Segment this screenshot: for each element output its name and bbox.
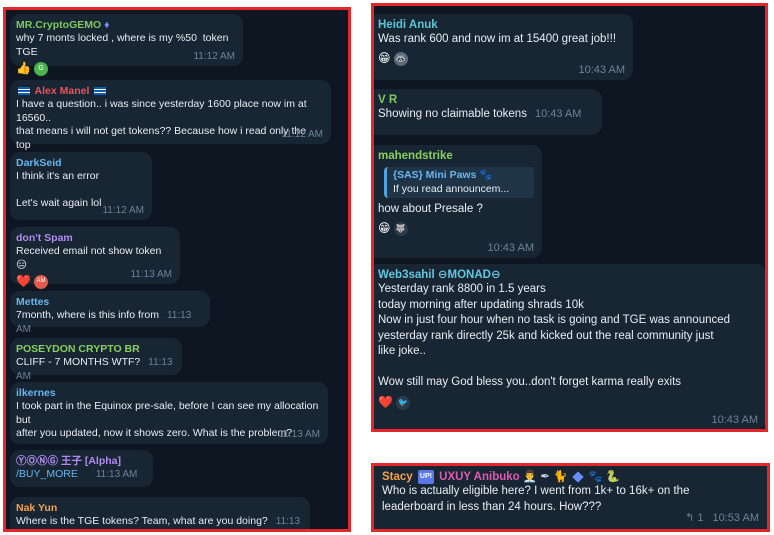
message-text: I took part in the Equinox pre-sale, bef… <box>16 400 319 439</box>
sender-name[interactable]: MR.CryptoGEMO ♦ <box>16 18 235 32</box>
timestamp: 11:12 AM <box>102 204 144 216</box>
chat-panel-left: MR.CryptoGEMO ♦ why 7 monts locked , whe… <box>3 7 351 532</box>
paw-icon: 🐾 <box>587 471 603 484</box>
sender-name-secondary[interactable]: UXUY Anibuko <box>439 471 520 483</box>
avatar[interactable]: 🐺 <box>393 222 408 236</box>
message-bubble[interactable]: Stacy UP! UXUY Anibuko 👨‍💼 ✒ 🐈 🐾 🐍 Who i… <box>374 466 767 529</box>
chat-panel-right: Heidi Anuk Was rank 600 and now im at 15… <box>371 3 768 432</box>
timestamp: 10:43 AM <box>711 413 758 426</box>
thumbs-up-reaction[interactable]: 👍 <box>16 62 31 76</box>
sender-name[interactable]: mahendstrike <box>378 149 534 163</box>
message-text: 7month, where is this info from 11:13 AM <box>16 309 194 335</box>
sender-name[interactable]: Mettes <box>16 295 202 309</box>
message-bubble[interactable]: DarkSeid I think it's an error Let's wai… <box>10 152 152 220</box>
message-bubble[interactable]: Nak Yun Where is the TGE tokens? Team, w… <box>10 497 310 529</box>
emoji-decoration-icon: 👨‍💼 <box>522 471 538 484</box>
message-bubble[interactable]: MR.CryptoGEMO ♦ why 7 monts locked , whe… <box>10 14 243 76</box>
message-text: Yesterday rank 8800 in 1.5 years today m… <box>378 283 731 388</box>
avatar[interactable]: 🐦 <box>395 395 410 410</box>
message-bubble[interactable]: Alex Manel I have a question.. i was sin… <box>10 80 331 164</box>
paw-icon: 🐾 <box>479 169 493 181</box>
timestamp: 11:13 AM <box>278 428 320 440</box>
message-bubble[interactable]: V R Showing no claimable tokens 10:43 AM <box>374 89 602 135</box>
pen-icon: ✒ <box>540 471 551 484</box>
heart-reaction[interactable]: ❤️ <box>16 275 31 289</box>
reactions[interactable]: 👍 G <box>16 61 235 77</box>
sender-name[interactable]: Web3sahil ⊖MONAD⊖ <box>378 268 758 282</box>
bot-command-link[interactable]: /BUY_MORE <box>16 468 78 480</box>
cat-icon: 🐈 <box>553 471 568 484</box>
sender-name[interactable]: Nak Yun <box>16 501 302 515</box>
chat-panel-bottom: Stacy UP! UXUY Anibuko 👨‍💼 ✒ 🐈 🐾 🐍 Who i… <box>371 463 770 532</box>
message-bubble[interactable]: Web3sahil ⊖MONAD⊖ Yesterday rank 8800 in… <box>374 264 765 429</box>
message-text: Who is actually eligible here? I went fr… <box>382 485 690 513</box>
flag-icon <box>94 87 107 96</box>
snake-icon: 🐍 <box>605 471 620 484</box>
reply-meta[interactable]: ↰ 1 10:53 AM <box>685 512 759 526</box>
reactions[interactable]: ❤️ 🐦 <box>378 395 758 411</box>
avatar[interactable]: G <box>33 62 48 76</box>
message-bubble[interactable]: Mettes 7month, where is this info from 11… <box>10 291 210 335</box>
avatar[interactable]: AM <box>33 275 48 289</box>
message-bubble[interactable]: POSEYDON CRYPTO BR CLIFF - 7 MONTHS WTF?… <box>10 338 182 382</box>
message-bubble[interactable]: ilkernes I took part in the Equinox pre-… <box>10 382 328 444</box>
message-text: CLIFF - 7 MONTHS WTF? 11:13 AM <box>16 356 175 382</box>
sender-name[interactable]: DarkSeid <box>16 156 144 170</box>
quote-text: If you read announcem... <box>393 182 510 195</box>
diamond-icon: ♦ <box>104 19 110 31</box>
timestamp: 10:43 AM <box>534 108 582 120</box>
grin-reaction[interactable]: 😁 <box>378 52 391 66</box>
sender-name[interactable]: ⓎⓄⓃⒼ 王子 [Alpha] <box>16 454 145 468</box>
sender-name[interactable]: Alex Manel <box>16 84 323 98</box>
sender-name[interactable]: don't Spam <box>16 231 172 245</box>
grin-reaction[interactable]: 😁 <box>378 222 391 236</box>
message-text: how about Presale ? <box>378 203 483 215</box>
timestamp: 11:13 AM <box>95 469 138 480</box>
message-bubble[interactable]: mahendstrike {SAS} Mini Paws 🐾 If you re… <box>374 145 542 258</box>
diamond-icon <box>572 471 584 483</box>
timestamp: 10:53 AM <box>712 511 759 524</box>
sender-name[interactable]: ilkernes <box>16 386 320 400</box>
message-text: /BUY_MORE 11:13 AM <box>16 468 145 482</box>
message-text: Showing no claimable tokens 10:43 AM <box>378 108 582 120</box>
sender-name[interactable]: V R <box>378 93 594 107</box>
reactions[interactable]: 😁 🐺 <box>378 221 534 237</box>
timestamp: 10:43 AM <box>578 63 625 76</box>
message-text: Where is the TGE tokens? Team, what are … <box>16 515 302 529</box>
message-bubble[interactable]: don't Spam Received email not show token… <box>10 227 180 289</box>
message-bubble[interactable]: Heidi Anuk Was rank 600 and now im at 15… <box>374 14 633 80</box>
quote-author: {SAS} Mini Paws 🐾 <box>393 169 493 181</box>
timestamp: 11:13 AM <box>130 268 172 280</box>
timestamp: 11:12 AM <box>281 128 323 140</box>
heart-reaction[interactable]: ❤️ <box>378 395 393 410</box>
flag-icon <box>18 87 30 96</box>
up-badge-icon: UP! <box>417 470 434 484</box>
sender-name[interactable]: Stacy <box>382 471 413 483</box>
sender-name[interactable]: Heidi Anuk <box>378 18 625 32</box>
message-text: Was rank 600 and now im at 15400 great j… <box>378 33 617 45</box>
timestamp: 10:43 AM <box>487 241 534 254</box>
sender-line[interactable]: Stacy UP! UXUY Anibuko 👨‍💼 ✒ 🐈 🐾 🐍 <box>382 470 759 484</box>
message-bubble[interactable]: ⓎⓄⓃⒼ 王子 [Alpha] /BUY_MORE 11:13 AM <box>10 450 153 487</box>
reply-count[interactable]: ↰ 1 <box>685 512 703 524</box>
avatar[interactable]: 🦝 <box>393 52 408 66</box>
timestamp: 11:12 AM <box>193 50 235 62</box>
sender-name[interactable]: POSEYDON CRYPTO BR <box>16 342 174 356</box>
reply-quote[interactable]: {SAS} Mini Paws 🐾 If you read announcem.… <box>384 167 534 198</box>
